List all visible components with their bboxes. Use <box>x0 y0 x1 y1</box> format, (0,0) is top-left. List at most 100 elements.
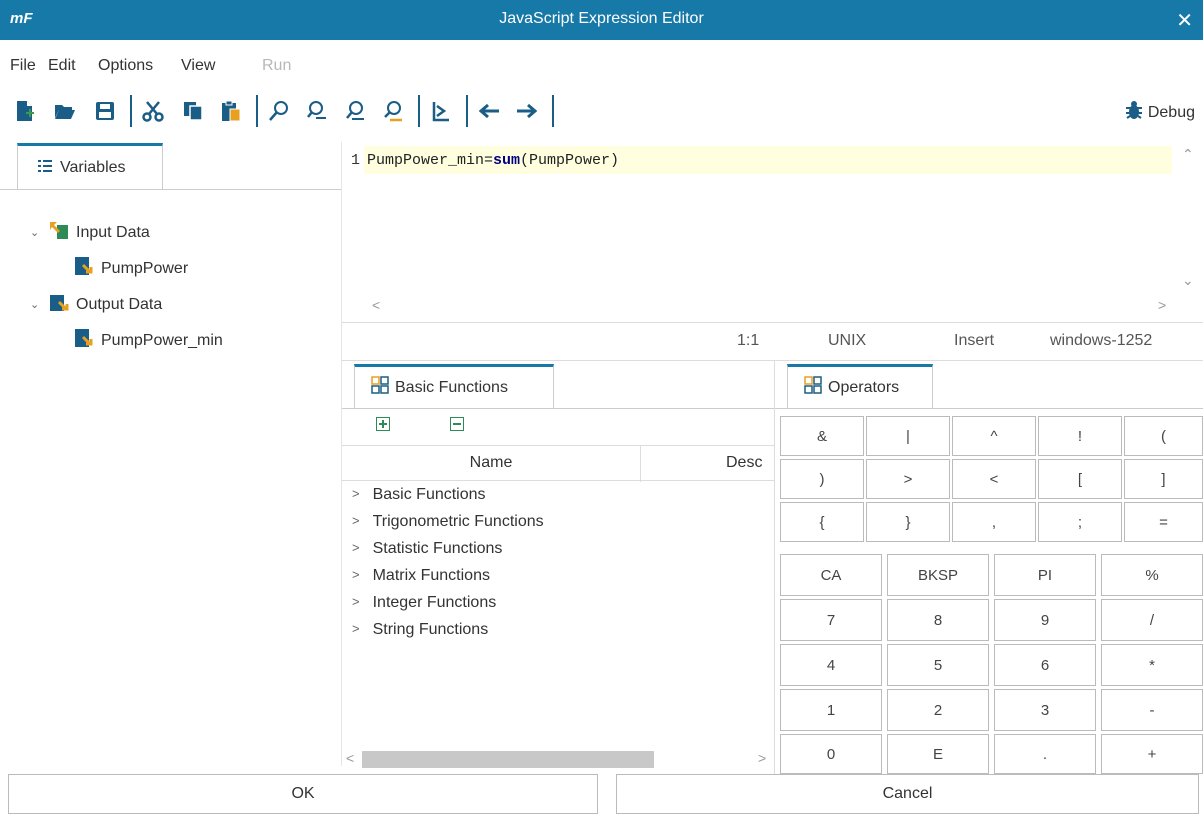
collapse-all-icon[interactable] <box>450 417 464 431</box>
code-editor[interactable]: 1 PumpPower_min=sum(PumpPower) ⌃ ⌄ < > <box>342 142 1203 322</box>
ok-button[interactable]: OK <box>8 774 598 814</box>
debug-button[interactable]: Debug <box>1125 100 1195 125</box>
function-category-row[interactable]: > Basic Functions <box>352 486 486 504</box>
chevron-right-icon[interactable]: > <box>352 621 360 639</box>
operator-button[interactable]: ) <box>780 459 864 499</box>
operator-button[interactable]: & <box>780 416 864 456</box>
tree-node-output-data[interactable]: ⌄ Output Data <box>30 292 162 317</box>
operator-button[interactable]: ] <box>1124 459 1203 499</box>
scroll-down-icon[interactable]: ⌄ <box>1182 272 1194 289</box>
editor-horizontal-scrollbar[interactable]: < > <box>364 294 1172 320</box>
tree-node-input-data[interactable]: ⌄ Input Data <box>30 220 150 245</box>
operator-button[interactable]: } <box>866 502 950 542</box>
back-arrow-icon[interactable] <box>476 98 502 124</box>
keypad-button[interactable]: % <box>1101 554 1203 596</box>
tab-variables[interactable]: Variables <box>17 143 163 189</box>
line-endings: UNIX <box>828 332 867 349</box>
function-category-row[interactable]: > Integer Functions <box>352 594 496 612</box>
keypad-button[interactable]: CA <box>780 554 882 596</box>
forward-arrow-icon[interactable] <box>514 98 540 124</box>
chevron-right-icon[interactable]: > <box>352 513 360 531</box>
keypad-button[interactable]: 2 <box>887 689 989 731</box>
keypad-button[interactable]: 9 <box>994 599 1096 641</box>
keypad-button[interactable]: * <box>1101 644 1203 686</box>
menu-file[interactable]: File <box>10 57 36 75</box>
operator-button[interactable]: > <box>866 459 950 499</box>
new-file-icon[interactable] <box>12 98 38 124</box>
keypad-button[interactable]: PI <box>994 554 1096 596</box>
keypad-button[interactable]: + <box>1101 734 1203 774</box>
operator-button[interactable]: ^ <box>952 416 1036 456</box>
operator-button[interactable]: ! <box>1038 416 1122 456</box>
close-icon[interactable]: ✕ <box>1176 8 1193 33</box>
line-number: 1 <box>351 152 361 169</box>
menu-options[interactable]: Options <box>98 57 153 75</box>
tree-item-pumppower-min[interactable]: PumpPower_min <box>74 328 223 353</box>
editor-vertical-scrollbar[interactable]: ⌃ ⌄ <box>1173 142 1203 294</box>
open-folder-icon[interactable] <box>52 98 78 124</box>
operator-button[interactable]: = <box>1124 502 1203 542</box>
keypad-button[interactable]: 5 <box>887 644 989 686</box>
keypad-button[interactable]: BKSP <box>887 554 989 596</box>
find-next-icon[interactable] <box>304 98 330 124</box>
function-category-row[interactable]: > String Functions <box>352 621 488 639</box>
keypad-button[interactable]: 7 <box>780 599 882 641</box>
keypad-button[interactable]: / <box>1101 599 1203 641</box>
scroll-right-icon[interactable]: > <box>758 750 766 766</box>
menu-edit[interactable]: Edit <box>48 57 76 75</box>
keypad-button[interactable]: 4 <box>780 644 882 686</box>
cancel-button[interactable]: Cancel <box>616 774 1199 814</box>
operator-button[interactable]: [ <box>1038 459 1122 499</box>
chevron-right-icon[interactable]: > <box>352 486 360 504</box>
operator-button[interactable]: | <box>866 416 950 456</box>
cut-icon[interactable] <box>140 98 166 124</box>
goto-line-icon[interactable] <box>428 98 454 124</box>
tree-label: Output Data <box>76 295 163 313</box>
keypad-button[interactable]: 3 <box>994 689 1096 731</box>
tree-item-pumppower[interactable]: PumpPower <box>74 256 188 281</box>
keypad-button[interactable]: . <box>994 734 1096 774</box>
menu-view[interactable]: View <box>181 57 215 75</box>
operator-button[interactable]: ( <box>1124 416 1203 456</box>
tab-divider <box>775 408 1203 409</box>
code-text[interactable]: PumpPower_min=sum(PumpPower) <box>367 152 619 169</box>
operator-button[interactable]: < <box>952 459 1036 499</box>
functions-horizontal-scrollbar[interactable]: < > <box>342 745 774 773</box>
keypad-button[interactable]: - <box>1101 689 1203 731</box>
scroll-left-icon[interactable]: < <box>346 750 354 766</box>
replace-icon[interactable] <box>380 98 406 124</box>
function-category-row[interactable]: > Statistic Functions <box>352 540 502 558</box>
scroll-left-icon[interactable]: < <box>372 297 380 313</box>
chevron-right-icon[interactable]: > <box>352 540 360 558</box>
paste-icon[interactable] <box>218 98 244 124</box>
operator-button[interactable]: , <box>952 502 1036 542</box>
keypad-button[interactable]: E <box>887 734 989 774</box>
chevron-down-icon[interactable]: ⌄ <box>30 298 42 311</box>
column-header-description[interactable]: Desc <box>726 446 762 480</box>
expand-all-icon[interactable] <box>376 417 390 431</box>
keypad-button[interactable]: 1 <box>780 689 882 731</box>
function-category-row[interactable]: > Matrix Functions <box>352 567 490 585</box>
scrollbar-thumb[interactable] <box>362 751 654 768</box>
chevron-right-icon[interactable]: > <box>352 594 360 612</box>
keypad-button[interactable]: 0 <box>780 734 882 774</box>
keypad-button[interactable]: 6 <box>994 644 1096 686</box>
operator-button[interactable]: ; <box>1038 502 1122 542</box>
keypad-button[interactable]: 8 <box>887 599 989 641</box>
find-icon[interactable] <box>266 98 292 124</box>
scroll-right-icon[interactable]: > <box>1158 297 1166 313</box>
chevron-down-icon[interactable]: ⌄ <box>30 226 42 239</box>
copy-icon[interactable] <box>180 98 206 124</box>
column-header-name[interactable]: Name <box>342 446 641 482</box>
find-previous-icon[interactable] <box>342 98 368 124</box>
save-icon[interactable] <box>92 98 118 124</box>
chevron-right-icon[interactable]: > <box>352 567 360 585</box>
tab-basic-functions[interactable]: Basic Functions <box>354 364 554 408</box>
operator-button[interactable]: { <box>780 502 864 542</box>
menu-run[interactable]: Run <box>262 57 291 75</box>
dialog-footer: OK Cancel <box>0 774 1203 814</box>
tab-operators[interactable]: Operators <box>787 364 933 408</box>
tab-divider <box>342 408 774 409</box>
scroll-up-icon[interactable]: ⌃ <box>1182 146 1194 163</box>
function-category-row[interactable]: > Trigonometric Functions <box>352 513 544 531</box>
